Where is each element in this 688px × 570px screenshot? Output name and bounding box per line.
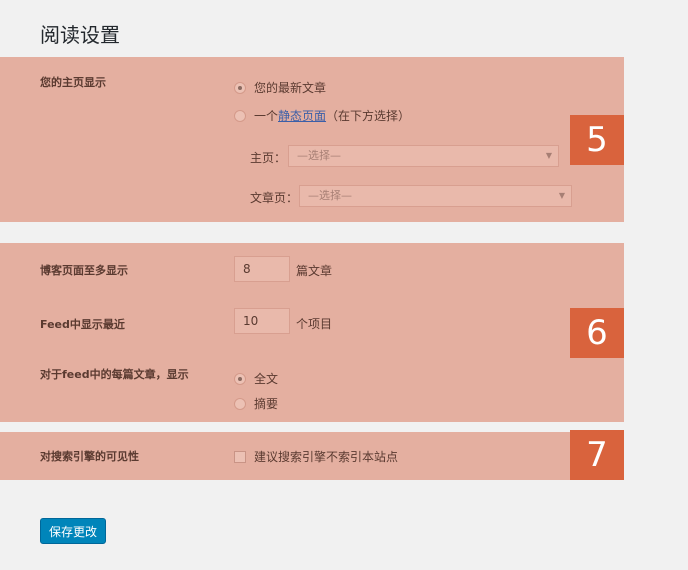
radio-feed-full[interactable]: 全文 <box>234 370 278 387</box>
save-button[interactable]: 保存更改 <box>40 518 106 544</box>
feed-count-unit: 个项目 <box>296 317 333 331</box>
radio-latest-posts[interactable]: 您的最新文章 <box>234 79 326 96</box>
section-badge-6: 6 <box>570 308 624 358</box>
radio-feed-full-label: 全文 <box>254 372 279 386</box>
feed-count-label: Feed中显示最近 <box>40 318 125 331</box>
radio-static-page-input[interactable] <box>234 109 246 122</box>
blog-pages-label: 博客页面至多显示 <box>40 264 128 277</box>
radio-static-page[interactable]: 一个 静态页面 （在下方选择） <box>234 107 410 124</box>
homepage-label: 主页： <box>250 151 287 165</box>
radio-latest-posts-label: 您的最新文章 <box>254 81 327 95</box>
posts-page-select-value: —选择— <box>308 189 352 202</box>
noindex-checkbox-row[interactable]: 建议搜索引擎不索引本站点 <box>234 448 398 465</box>
page-title: 阅读设置 <box>40 23 120 47</box>
noindex-checkbox[interactable] <box>234 450 246 463</box>
homepage-select-value: —选择— <box>297 149 341 162</box>
static-page-link[interactable]: 静态页面 <box>278 107 326 124</box>
chevron-down-icon: ▼ <box>545 151 552 160</box>
feed-content-label: 对于feed中的每篇文章，显示 <box>40 368 189 381</box>
posts-page-label: 文章页： <box>250 191 299 205</box>
radio-static-page-suffix: （在下方选择） <box>326 109 411 123</box>
radio-feed-summary-label: 摘要 <box>254 397 279 411</box>
radio-static-page-prefix: 一个 <box>254 109 279 123</box>
radio-feed-summary[interactable]: 摘要 <box>234 395 278 412</box>
front-page-label: 您的主页显示 <box>40 76 106 89</box>
radio-feed-full-input[interactable] <box>234 372 246 385</box>
radio-latest-posts-input[interactable] <box>234 81 246 94</box>
homepage-select[interactable]: —选择— ▼ <box>288 145 559 167</box>
radio-feed-summary-input[interactable] <box>234 397 246 410</box>
section-badge-7: 7 <box>570 430 624 480</box>
section-badge-5: 5 <box>570 115 624 165</box>
posts-page-select[interactable]: —选择— ▼ <box>299 185 572 207</box>
visibility-label: 对搜索引擎的可见性 <box>40 450 139 463</box>
feed-count-input[interactable]: 10 <box>234 308 290 334</box>
front-page-section: 您的主页显示 您的最新文章 一个 静态页面 （在下方选择） 主页： —选择— ▼… <box>0 57 624 222</box>
blog-pages-input[interactable]: 8 <box>234 256 290 282</box>
visibility-section: 对搜索引擎的可见性 建议搜索引擎不索引本站点 7 <box>0 430 624 480</box>
chevron-down-icon: ▼ <box>558 191 565 200</box>
posts-section: 博客页面至多显示 8 篇文章 Feed中显示最近 10 个项目 对于feed中的… <box>0 243 624 422</box>
blog-pages-unit: 篇文章 <box>296 264 333 278</box>
noindex-checkbox-label: 建议搜索引擎不索引本站点 <box>254 450 399 464</box>
